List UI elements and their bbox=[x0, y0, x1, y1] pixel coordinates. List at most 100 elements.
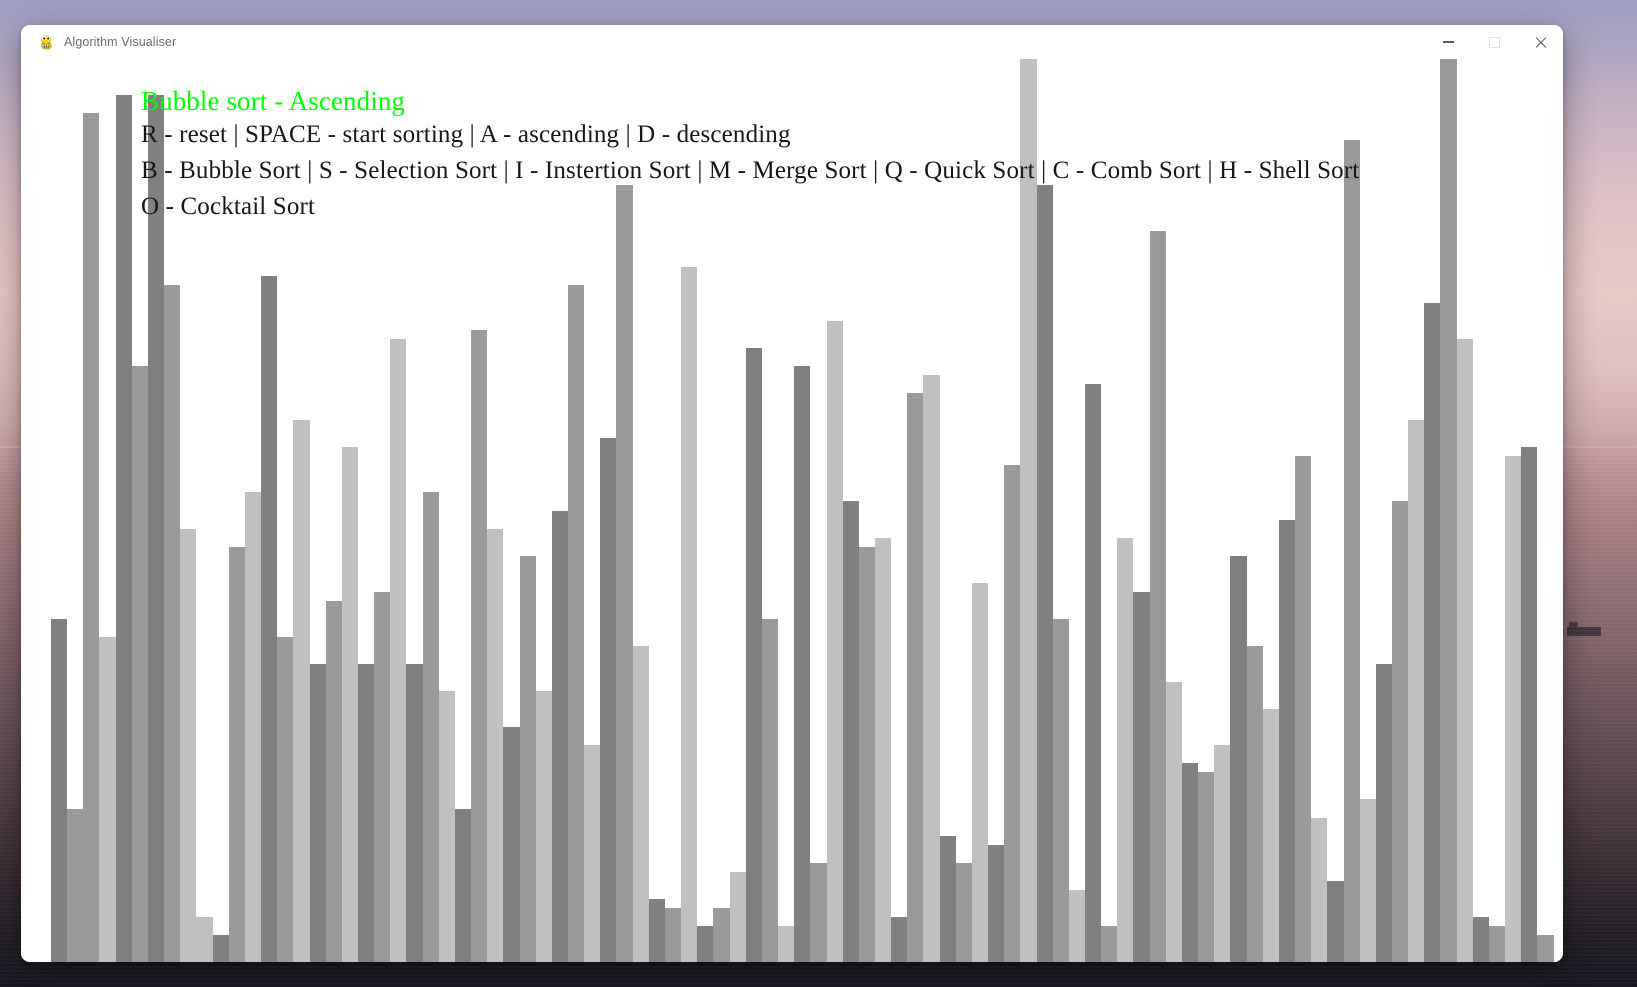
close-button[interactable] bbox=[1517, 25, 1563, 59]
application-window: Algorithm Visualiser Bubble sort - Ascen… bbox=[21, 25, 1563, 962]
status-text: Bubble sort - Ascending bbox=[141, 86, 406, 116]
pier-silhouette bbox=[1567, 621, 1601, 636]
window-controls bbox=[1425, 25, 1563, 59]
bar bbox=[438, 691, 455, 962]
bar bbox=[568, 284, 585, 962]
bar bbox=[277, 636, 294, 962]
bar bbox=[1488, 925, 1506, 962]
visualiser-canvas[interactable]: Bubble sort - Ascending R - reset | SPAC… bbox=[21, 59, 1563, 962]
bar bbox=[1359, 799, 1376, 962]
bar bbox=[1101, 925, 1118, 962]
bar bbox=[293, 420, 310, 962]
bar bbox=[1246, 645, 1263, 962]
bar bbox=[51, 618, 68, 962]
bar bbox=[761, 618, 779, 962]
bar bbox=[1117, 537, 1134, 962]
bar bbox=[325, 600, 342, 962]
bar bbox=[778, 925, 795, 962]
bar bbox=[180, 528, 197, 962]
help-line-controls: R - reset | SPACE - start sorting | A - … bbox=[141, 121, 791, 148]
bar bbox=[955, 862, 972, 962]
bar bbox=[1230, 555, 1247, 962]
bar bbox=[923, 375, 940, 962]
bar bbox=[164, 284, 181, 962]
bar bbox=[1052, 618, 1069, 962]
bar bbox=[212, 934, 229, 962]
bar bbox=[584, 745, 601, 962]
bar bbox=[842, 501, 859, 962]
window-titlebar[interactable]: Algorithm Visualiser bbox=[21, 25, 1563, 59]
bar bbox=[422, 492, 439, 962]
bar bbox=[1198, 772, 1215, 962]
bar bbox=[1424, 302, 1441, 962]
bar bbox=[374, 591, 391, 962]
bar bbox=[131, 366, 148, 962]
bar bbox=[1165, 682, 1182, 962]
bar bbox=[1262, 709, 1279, 962]
bar bbox=[1149, 230, 1166, 962]
bar bbox=[406, 664, 423, 962]
bar bbox=[309, 664, 326, 962]
bar bbox=[357, 664, 375, 962]
bar bbox=[1505, 456, 1522, 962]
bar bbox=[1343, 140, 1360, 962]
bar bbox=[390, 338, 407, 962]
bar bbox=[988, 844, 1005, 962]
bar bbox=[1085, 384, 1102, 962]
bar bbox=[261, 275, 278, 962]
bar bbox=[1440, 59, 1457, 962]
bar bbox=[115, 95, 132, 962]
bar bbox=[1327, 880, 1344, 962]
bar bbox=[1408, 420, 1425, 962]
bar bbox=[1133, 591, 1150, 962]
bar bbox=[826, 320, 843, 962]
bar bbox=[874, 537, 892, 962]
maximize-button[interactable] bbox=[1471, 25, 1517, 59]
bar bbox=[664, 907, 682, 962]
bar bbox=[1295, 456, 1312, 962]
bar bbox=[535, 691, 552, 962]
bar bbox=[648, 898, 665, 962]
bar bbox=[810, 862, 827, 962]
bar bbox=[858, 546, 875, 962]
bar bbox=[891, 916, 908, 962]
bar bbox=[471, 329, 488, 962]
overlay-text-block: Bubble sort - Ascending R - reset | SPAC… bbox=[141, 85, 1359, 225]
bar bbox=[341, 447, 358, 962]
bar bbox=[1004, 465, 1021, 962]
bar bbox=[697, 925, 714, 962]
bar bbox=[713, 907, 730, 962]
bar bbox=[907, 393, 924, 962]
bar bbox=[551, 510, 568, 962]
bar bbox=[794, 366, 811, 962]
bar bbox=[519, 555, 536, 962]
bar bbox=[147, 95, 165, 962]
pygame-snake-icon bbox=[37, 33, 55, 51]
bar bbox=[1036, 185, 1053, 962]
bar bbox=[1456, 338, 1473, 962]
minimize-icon bbox=[1442, 41, 1454, 43]
bar bbox=[1391, 501, 1409, 962]
bar bbox=[99, 636, 116, 962]
bar bbox=[1311, 817, 1328, 962]
bar bbox=[228, 546, 245, 962]
bar bbox=[1537, 934, 1554, 962]
bar bbox=[454, 808, 472, 962]
bar bbox=[745, 347, 762, 962]
bar bbox=[616, 185, 633, 962]
minimize-button[interactable] bbox=[1425, 25, 1471, 59]
bar bbox=[1181, 763, 1199, 962]
bar bbox=[939, 835, 956, 962]
bar bbox=[600, 438, 617, 962]
bar bbox=[1278, 519, 1296, 962]
bar bbox=[67, 808, 84, 962]
close-icon bbox=[1534, 36, 1547, 49]
bar bbox=[971, 582, 989, 962]
bar bbox=[681, 266, 698, 962]
bar bbox=[503, 727, 520, 962]
window-title: Algorithm Visualiser bbox=[64, 35, 177, 49]
bar bbox=[487, 528, 504, 962]
bar bbox=[244, 492, 262, 962]
bar bbox=[1068, 889, 1085, 962]
help-line-algorithms: B - Bubble Sort | S - Selection Sort | I… bbox=[141, 157, 1360, 184]
